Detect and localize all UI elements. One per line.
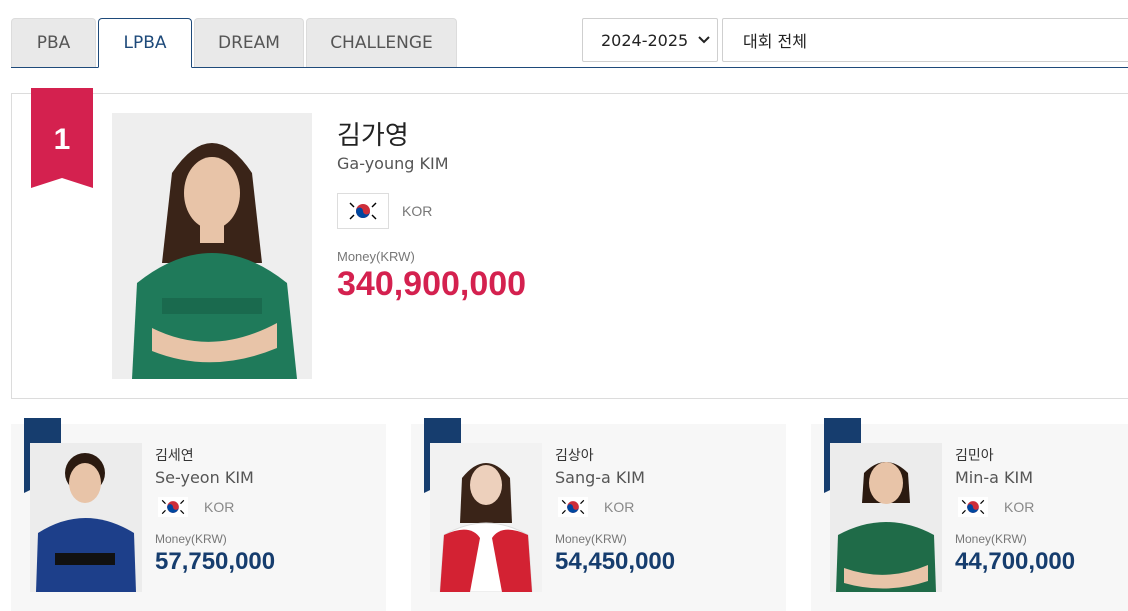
prize-money: 340,900,000	[337, 265, 527, 303]
country-code: KOR	[204, 499, 235, 515]
player-name-english: Sang-a KIM	[555, 468, 645, 487]
money-label: Money(KRW)	[955, 532, 1027, 546]
korea-flag-icon	[955, 494, 991, 520]
korea-flag-icon	[155, 494, 191, 520]
player-photo	[30, 443, 142, 592]
player-card[interactable]: 2 김세연 Se-yeon KIM KOR Money(KRW) 57,750,…	[11, 418, 386, 611]
rank-badge: 1	[31, 88, 93, 188]
player-photo	[430, 443, 542, 592]
prize-money: 54,450,000	[555, 548, 676, 575]
money-label: Money(KRW)	[337, 249, 415, 264]
player-card[interactable]: 4 김민아 Min-a KIM KOR Money(KRW) 44,700,00…	[811, 418, 1128, 611]
player-name-english: Se-yeon KIM	[155, 468, 254, 487]
player-name-korean: 김상아	[555, 448, 594, 464]
player-card[interactable]: 3 김상아 Sang-a KIM KOR Money(KRW) 54,450,0…	[411, 418, 786, 611]
tab-lpba[interactable]: LPBA	[98, 18, 192, 68]
event-select[interactable]: 대회 전체	[722, 18, 1128, 62]
money-label: Money(KRW)	[555, 532, 627, 546]
prize-money: 44,700,000	[955, 548, 1076, 575]
country-code: KOR	[604, 499, 635, 515]
korea-flag-icon	[337, 193, 389, 229]
chevron-down-icon	[698, 36, 710, 44]
player-name-korean: 김가영	[337, 121, 409, 151]
country-code: KOR	[402, 203, 433, 219]
korea-flag-icon	[555, 494, 591, 520]
money-label: Money(KRW)	[155, 532, 227, 546]
player-name-korean: 김민아	[955, 448, 994, 464]
season-select[interactable]: 2024-2025	[582, 18, 718, 62]
player-photo	[830, 443, 942, 592]
event-select-value: 대회 전체	[743, 32, 807, 51]
player-name-english: Ga-young KIM	[337, 154, 449, 173]
season-select-value: 2024-2025	[601, 30, 689, 50]
tab-dream[interactable]: DREAM	[194, 18, 304, 67]
tab-pba[interactable]: PBA	[11, 18, 96, 67]
player-name-korean: 김세연	[155, 448, 194, 464]
player-name-english: Min-a KIM	[955, 468, 1034, 487]
country-code: KOR	[1004, 499, 1035, 515]
player-photo	[112, 113, 312, 379]
tab-challenge[interactable]: CHALLENGE	[306, 18, 457, 67]
prize-money: 57,750,000	[155, 548, 276, 575]
